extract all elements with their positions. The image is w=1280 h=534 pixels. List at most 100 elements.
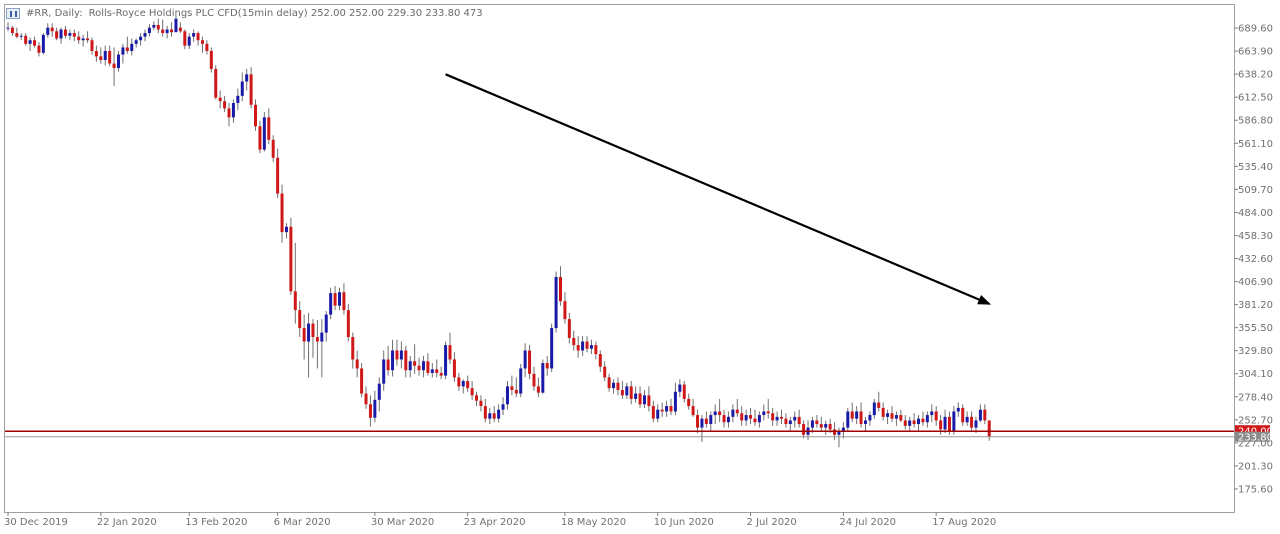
y-tick-label: 509.70: [1238, 185, 1273, 196]
candle-down: [156, 24, 160, 30]
candle-up: [147, 27, 151, 34]
candle-up: [952, 411, 956, 432]
y-tick-label: 381.20: [1238, 300, 1273, 311]
candle-up: [391, 350, 395, 371]
candle-up: [103, 51, 107, 60]
candle-up: [152, 24, 156, 28]
candle-up: [68, 33, 72, 36]
y-tick-label: 406.90: [1238, 277, 1273, 288]
candle-up: [307, 323, 311, 342]
candle-down: [33, 40, 37, 46]
candle-down: [536, 386, 540, 393]
candle-down: [691, 406, 695, 416]
candle-up: [240, 81, 244, 96]
candle-down: [452, 359, 456, 378]
candle-up: [284, 226, 288, 233]
candle-down: [638, 393, 642, 405]
candle-up: [130, 43, 134, 52]
y-tick-label: 535.40: [1238, 162, 1273, 173]
candle-down: [576, 345, 580, 351]
candle-up: [192, 33, 196, 37]
candle-down: [435, 369, 439, 373]
candle-down: [15, 33, 19, 37]
candle-down: [214, 68, 218, 98]
candle-down: [859, 411, 863, 425]
candle-up: [744, 415, 748, 421]
candle-down: [890, 413, 894, 419]
candle-down: [342, 292, 346, 311]
candle-down: [368, 404, 372, 418]
candle-down: [620, 389, 624, 396]
candle-down: [899, 415, 903, 421]
candle-down: [629, 386, 633, 399]
candle-up: [656, 409, 660, 419]
candle-up: [863, 420, 867, 425]
candle-down: [10, 27, 14, 34]
candle-down: [360, 368, 364, 394]
x-tick-label: 24 Jul 2020: [839, 517, 896, 528]
candle-down: [276, 157, 280, 194]
candle-up: [846, 411, 850, 428]
candle-up: [134, 40, 138, 44]
candle-down: [37, 45, 41, 53]
candle-up: [925, 415, 929, 423]
candle-up: [41, 34, 45, 53]
candlestick-chart[interactable]: 689.60 663.90 638.20 612.50 586.80 561.10 535.…: [0, 0, 1280, 534]
candle-down: [258, 126, 262, 150]
candle-up: [612, 382, 616, 389]
candle-down: [660, 409, 664, 412]
candle-up: [324, 314, 328, 333]
candle-down: [55, 31, 59, 39]
candle-down: [802, 424, 806, 435]
x-tick-label: 13 Feb 2020: [185, 517, 247, 528]
candle-up: [174, 18, 178, 33]
candle-up: [117, 54, 120, 69]
candle-up: [523, 350, 527, 369]
candle-down: [563, 301, 567, 320]
candle-up: [382, 359, 386, 384]
candle-down: [784, 418, 788, 425]
y-tick-label: 458.30: [1238, 231, 1273, 242]
chart-window: 689.60 663.90 638.20 612.50 586.80 561.10 535.…: [0, 0, 1280, 534]
candle-up: [187, 36, 191, 46]
candle-down: [740, 413, 744, 421]
x-tick-label: 17 Aug 2020: [932, 517, 996, 528]
candle-down: [227, 108, 231, 118]
candle-up: [581, 341, 585, 351]
chart-type-icon[interactable]: [6, 8, 20, 19]
candle-down: [718, 411, 722, 416]
candle-up: [165, 29, 169, 34]
candle-down: [696, 415, 700, 428]
candle-up: [329, 293, 333, 315]
candle-down: [528, 350, 532, 374]
candle-down: [413, 361, 417, 366]
candle-down: [99, 56, 103, 60]
candle-down: [881, 407, 885, 417]
candle-down: [475, 395, 479, 401]
candle-up: [541, 363, 545, 393]
candle-up: [501, 404, 505, 410]
candle-down: [594, 345, 598, 355]
y-tick-label: 252.70: [1238, 415, 1273, 426]
candle-down: [903, 420, 907, 426]
y-tick-label: 304.10: [1238, 369, 1273, 380]
candle-down: [205, 43, 209, 52]
instrument-name: Rolls-Royce Holdings PLC CFD(15min delay…: [88, 8, 308, 19]
candle-up: [709, 415, 713, 425]
candle-up: [726, 416, 730, 423]
candle-up: [757, 415, 761, 423]
candle-down: [828, 424, 832, 430]
candle-up: [461, 380, 465, 387]
candle-down: [669, 406, 673, 412]
candle-up: [143, 33, 147, 37]
candle-down: [983, 409, 987, 421]
x-tick-label: 30 Mar 2020: [371, 517, 434, 528]
candle-down: [315, 337, 319, 342]
candle-down: [479, 400, 483, 407]
chart-header: #RR, Daily: Rolls-Royce Holdings PLC CFD(…: [26, 8, 483, 19]
candle-down: [77, 36, 81, 41]
y-tick-label: 355.50: [1238, 323, 1273, 334]
y-tick-label: 586.80: [1238, 116, 1273, 127]
candle-down: [404, 350, 408, 371]
volume-value: 473: [463, 8, 483, 19]
